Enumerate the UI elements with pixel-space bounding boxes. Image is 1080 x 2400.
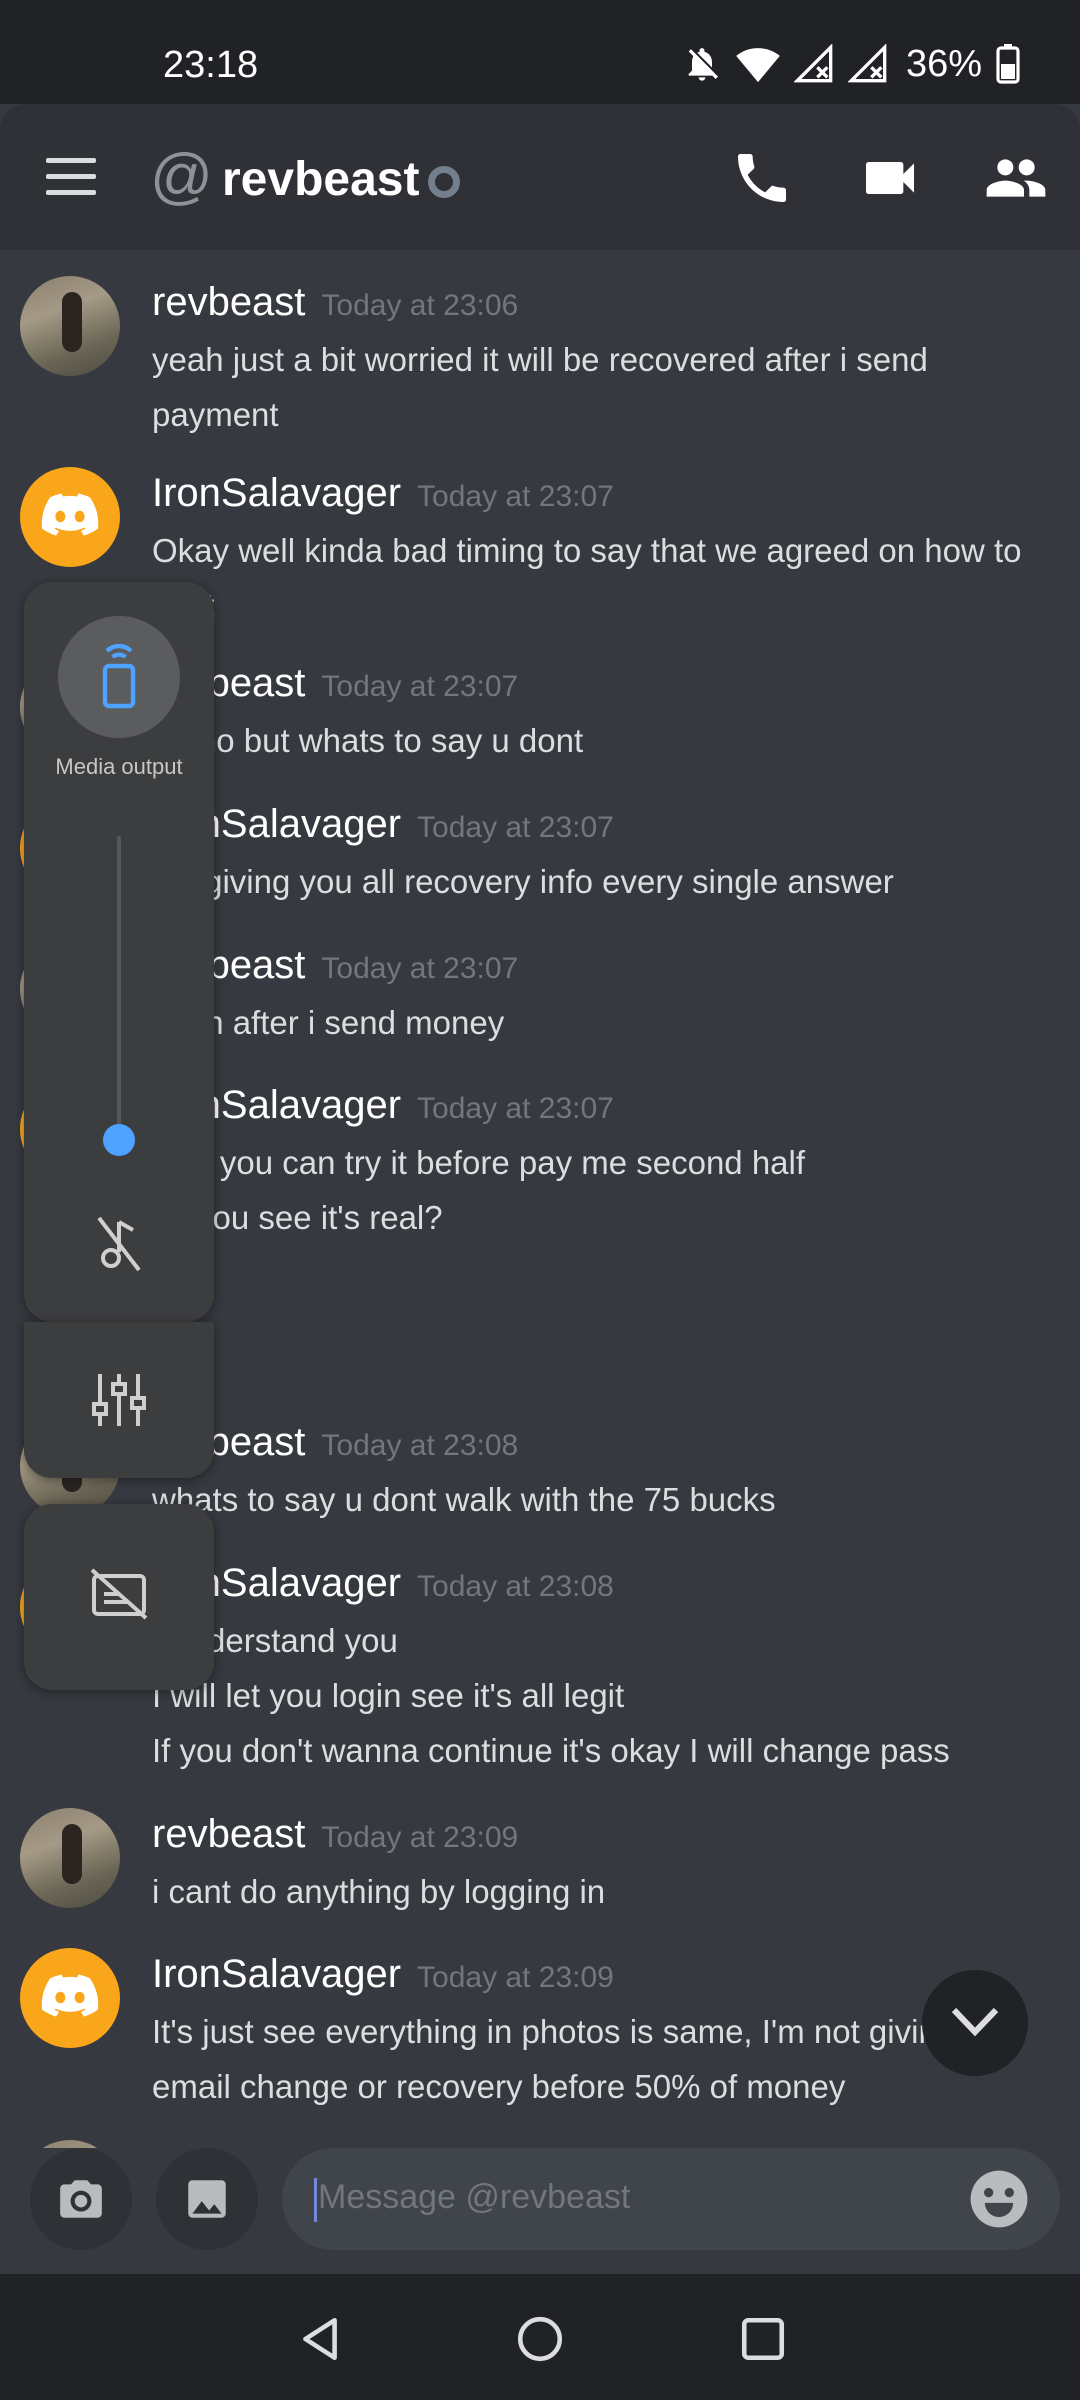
back-icon[interactable] <box>295 2314 345 2364</box>
message-text: Okay well kinda bad timing to say that w… <box>152 532 1022 569</box>
message-header: IronSalavager Today at 23:08 <box>152 1561 614 1606</box>
equalizer-button[interactable] <box>24 1322 214 1478</box>
message-input[interactable]: Message @revbeast <box>282 2148 1060 2250</box>
media-output-icon <box>102 644 136 709</box>
volume-panel: Media output <box>24 582 214 1322</box>
message-text: It's just see everything in photos is sa… <box>152 2013 956 2050</box>
message-text: If you don't wanna continue it's okay I … <box>152 1732 950 1769</box>
message-author[interactable]: IronSalavager <box>152 471 401 515</box>
message-text: I will let you login see it's all legit <box>152 1677 625 1714</box>
battery-percent: 36% <box>905 42 982 85</box>
scroll-to-bottom-button[interactable] <box>922 1970 1028 2076</box>
message-header: IronSalavager Today at 23:09 <box>152 1952 614 1997</box>
message-text: yeah just a bit worried it will be recov… <box>152 341 928 378</box>
message-header: IronSalavager Today at 23:07 <box>152 802 614 847</box>
status-time: 23:18 <box>163 44 259 86</box>
equalizer-icon <box>92 1374 146 1426</box>
phone-icon[interactable] <box>730 146 794 210</box>
message-content: whats to say u dont walk with the 75 buc… <box>152 1472 1052 1527</box>
live-caption-button[interactable] <box>24 1504 214 1690</box>
home-icon[interactable] <box>515 2314 565 2364</box>
text-caret <box>314 2178 317 2222</box>
message-timestamp: Today at 23:09 <box>417 1961 614 1994</box>
message-content: Okay well kinda bad timing to say that w… <box>152 523 1052 633</box>
message-content: even after i send money <box>152 995 1052 1050</box>
message-text: whats to say u dont walk with the 75 buc… <box>152 1481 776 1518</box>
message-timestamp: Today at 23:07 <box>321 670 519 703</box>
menu-icon[interactable] <box>46 158 96 196</box>
wifi-icon <box>736 48 780 83</box>
avatar[interactable] <box>20 2140 120 2148</box>
message-header: IronSalavager Today at 23:07 <box>152 1083 614 1128</box>
message-content: It's just see everything in photos is sa… <box>152 2004 1052 2114</box>
media-output-label: Media output <box>55 754 183 779</box>
message-content: no no but whats to say u dont <box>152 713 1052 768</box>
image-icon <box>188 2180 226 2218</box>
avatar[interactable] <box>20 276 120 376</box>
channel-header: @ revbeast <box>0 104 1080 250</box>
signal-icon <box>793 44 833 83</box>
avatar[interactable] <box>20 1808 120 1908</box>
message-author[interactable]: revbeast <box>152 1812 305 1856</box>
message-timestamp: Today at 23:07 <box>417 1092 614 1125</box>
emoji-icon[interactable] <box>968 2168 1030 2230</box>
message-composer: Message @revbeast <box>0 2148 1080 2274</box>
status-bar: 23:18 36% <box>0 0 1080 104</box>
message-timestamp: Today at 23:06 <box>321 289 519 322</box>
system-nav-bar <box>0 2274 1080 2400</box>
message-content: I'm giving you all recovery info every s… <box>152 854 1052 909</box>
chevron-down-icon <box>951 2007 999 2037</box>
message-input-placeholder: Message @revbeast <box>318 2178 631 2216</box>
message-author[interactable]: revbeast <box>152 280 305 324</box>
video-icon[interactable] <box>858 146 922 210</box>
media-output-button[interactable] <box>58 616 180 738</box>
message-text: even after i send money <box>152 1004 505 1041</box>
message-content: yeah just a bit worried it will be recov… <box>152 332 1052 442</box>
message-text: And you can try it before pay me second … <box>152 1144 806 1181</box>
volume-slider[interactable] <box>117 836 121 1156</box>
offline-status-icon <box>428 166 460 198</box>
message-timestamp: Today at 23:07 <box>417 811 614 844</box>
message-content: I understand you I will let you login see… <box>152 1613 1052 1778</box>
members-icon[interactable] <box>984 146 1048 210</box>
message-text: email change or recovery before 50% of m… <box>152 2068 846 2105</box>
message-text: no no but whats to say u dont <box>152 722 584 759</box>
discord-logo-icon <box>41 1974 99 2017</box>
message-text: payment <box>152 396 279 433</box>
signal-icon <box>847 44 887 83</box>
message-text: so you see it's real? <box>152 1199 443 1236</box>
camera-button[interactable] <box>30 2148 132 2250</box>
battery-icon <box>996 44 1020 84</box>
message-timestamp: Today at 23:08 <box>321 1429 519 1462</box>
message-text: do it <box>152 578 1052 633</box>
message-content: And you can try it before pay me second … <box>152 1135 1052 1245</box>
gallery-button[interactable] <box>156 2148 258 2250</box>
message-timestamp: Today at 23:07 <box>321 952 519 985</box>
message-content: i cant do anything by logging in <box>152 1864 1052 1919</box>
message-text: I understand you <box>152 1622 398 1659</box>
message-header: revbeast Today at 23:09 <box>152 1812 518 1857</box>
message-text: i cant do anything by logging in <box>152 1873 606 1910</box>
message-timestamp: Today at 23:09 <box>321 1821 519 1854</box>
message-timestamp: Today at 23:07 <box>417 480 614 513</box>
dm-at-icon: @ <box>150 142 213 211</box>
recents-icon[interactable] <box>738 2314 788 2364</box>
notifications-off-icon <box>688 48 718 81</box>
captions-off-icon <box>90 1568 148 1620</box>
message-timestamp: Today at 23:08 <box>417 1570 614 1603</box>
page-title[interactable]: revbeast <box>222 152 419 207</box>
music-off-icon[interactable] <box>95 1214 143 1274</box>
volume-slider-thumb[interactable] <box>103 1124 135 1156</box>
camera-icon <box>60 2180 102 2218</box>
status-icons: 36% <box>682 42 1020 86</box>
message-text: I'm giving you all recovery info every s… <box>152 863 894 900</box>
message-header: IronSalavager Today at 23:07 <box>152 471 614 516</box>
discord-logo-icon <box>41 493 99 536</box>
avatar[interactable] <box>20 467 120 567</box>
message-author[interactable]: IronSalavager <box>152 1952 401 1996</box>
message-header: revbeast Today at 23:06 <box>152 280 518 325</box>
avatar[interactable] <box>20 1948 120 2048</box>
